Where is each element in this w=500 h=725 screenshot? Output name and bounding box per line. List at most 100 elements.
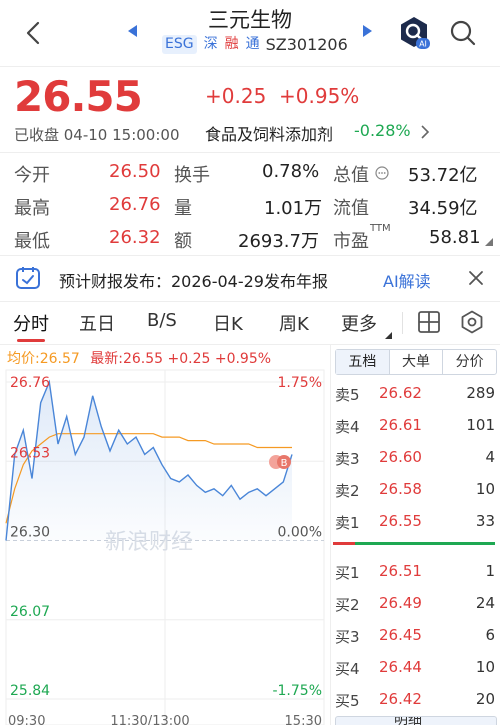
stat-turnover-value: 0.78% (262, 161, 320, 182)
bid-price: 26.45 (379, 626, 422, 644)
price-change: +0.25 (205, 84, 267, 108)
bid-label: 买2 (335, 596, 360, 614)
connect-badge: 通 (245, 35, 260, 52)
ask-label: 卖2 (335, 482, 360, 500)
sell-ratio-bar (355, 542, 495, 545)
expand-stats-icon[interactable] (484, 237, 494, 247)
stat-low-label: 最低 (14, 231, 50, 252)
stat-turnover-label: 换手 (174, 165, 210, 186)
close-icon[interactable] (466, 268, 486, 288)
x-axis-label: 11:30/13:00 (110, 714, 189, 725)
stat-market-cap-label: 总值 (333, 165, 369, 186)
stat-volume-label: 量 (174, 198, 192, 219)
stat-market-cap-value: 53.72亿 (408, 165, 478, 186)
forecast-banner[interactable]: 预计财报发布：2026-04-29发布年报 AI解读 (0, 256, 500, 300)
stat-high-label: 最高 (14, 198, 50, 219)
stat-low-value: 26.32 (109, 227, 161, 248)
ai-assistant-icon[interactable]: AI (396, 15, 432, 51)
ask-row-4: 卖4 26.61 101 (331, 409, 500, 441)
tab-more[interactable]: 更多 (341, 310, 377, 336)
x-axis-label: 15:30 (285, 714, 322, 725)
bid-row-3: 买3 26.45 6 (331, 619, 500, 651)
stat-amount-label: 额 (174, 231, 192, 252)
tab-separator (402, 312, 403, 334)
order-book: 五档 大单 分价 卖5 26.62 289 卖4 26.61 101 卖3 26… (330, 344, 500, 725)
stat-amount-value: 2693.7万 (238, 231, 319, 252)
ask-label: 卖1 (335, 514, 360, 532)
buy-marker-text: B (281, 458, 288, 469)
forecast-text: 预计财报发布：2026-04-29发布年报 (59, 272, 328, 291)
ai-read-link[interactable]: AI解读 (383, 268, 431, 292)
next-stock-icon[interactable] (362, 24, 374, 38)
ask-row-1: 卖1 26.55 33 (331, 505, 500, 537)
bid-label: 买3 (335, 628, 360, 646)
y-axis-left-label: 26.53 (10, 445, 50, 461)
y-axis-left-label: 26.07 (10, 604, 50, 620)
bid-volume: 20 (475, 690, 495, 708)
trade-detail-button[interactable]: 明细 (335, 716, 497, 725)
tab-bs[interactable]: B/S (147, 310, 177, 331)
y-axis-right-label: 0.00% (278, 525, 322, 541)
y-axis-right-label: 1.75% (278, 375, 322, 391)
header-divider (0, 66, 500, 67)
grid-layout-icon[interactable] (417, 310, 441, 334)
info-icon[interactable] (375, 166, 389, 180)
search-icon[interactable] (448, 18, 478, 48)
price-change-percent: +0.95% (279, 84, 360, 108)
bid-row-4: 买4 26.44 10 (331, 651, 500, 683)
tab-big-orders[interactable]: 大单 (388, 350, 443, 374)
tab-five-levels[interactable]: 五档 (336, 350, 389, 374)
ask-volume: 101 (466, 416, 495, 434)
intraday-chart-svg: 新浪财经 26.7626.5326.3026.0725.84 1.75%0.00… (5, 369, 325, 725)
bid-volume: 10 (475, 658, 495, 676)
bid-volume: 1 (485, 562, 495, 580)
stock-tags: ESG 深 融 通 SZ301206 (162, 34, 348, 54)
settings-icon[interactable] (460, 310, 484, 334)
tab-price-distribution[interactable]: 分价 (442, 350, 496, 374)
sector-name[interactable]: 食品及饲料添加剂 (205, 121, 333, 145)
bid-row-5: 买5 26.42 20 (331, 683, 500, 715)
bid-price: 26.51 (379, 562, 422, 580)
ask-price: 26.55 (379, 512, 422, 530)
active-tab-underline (17, 339, 45, 342)
chevron-right-icon[interactable] (420, 124, 430, 140)
stat-open-label: 今开 (14, 165, 50, 186)
chart-tabs: 分时 五日 B/S 日K 周K 更多 (0, 302, 500, 344)
bid-row-1: 买1 26.51 1 (331, 555, 500, 587)
ask-price: 26.62 (379, 384, 422, 402)
ask-price: 26.61 (379, 416, 422, 434)
ask-label: 卖5 (335, 386, 360, 404)
y-axis-left-label: 26.30 (10, 525, 50, 541)
intraday-chart[interactable]: 均价:26.57 最新:26.55 +0.25 +0.95% 新浪财经 26.7… (0, 344, 330, 725)
market-status: 已收盘 04-10 15:00:00 (14, 126, 180, 144)
stat-float-cap-label: 流值 (333, 198, 369, 219)
buy-marker[interactable]: B (269, 455, 291, 469)
more-triangle-icon (385, 332, 392, 339)
bid-price: 26.49 (379, 594, 422, 612)
tab-daily-k[interactable]: 日K (213, 310, 243, 336)
x-axis-label: 09:30 (8, 714, 45, 725)
order-book-tabs: 五档 大单 分价 (335, 349, 497, 375)
current-price: 26.55 (14, 72, 143, 121)
buy-ratio-bar (333, 542, 355, 545)
bid-price: 26.42 (379, 690, 422, 708)
ai-badge-text: AI (419, 40, 427, 49)
stat-pe-value: 58.81 (429, 227, 481, 248)
market-badge: 深 (203, 35, 218, 52)
tab-weekly-k[interactable]: 周K (279, 310, 309, 336)
sector-change[interactable]: -0.28% (354, 121, 411, 140)
ask-volume: 10 (475, 480, 495, 498)
stat-volume-value: 1.01万 (264, 198, 323, 219)
ask-label: 卖4 (335, 418, 360, 436)
stock-code: SZ301206 (265, 34, 348, 54)
trade-detail-label: 明细 (394, 716, 422, 725)
tab-intraday[interactable]: 分时 (13, 310, 49, 336)
esg-badge[interactable]: ESG (162, 34, 197, 54)
ask-price: 26.58 (379, 480, 422, 498)
ask-row-2: 卖2 26.58 10 (331, 473, 500, 505)
ask-row-5: 卖5 26.62 289 (331, 377, 500, 409)
stat-open-value: 26.50 (109, 161, 161, 182)
price-divider (0, 152, 500, 153)
tab-five-day[interactable]: 五日 (79, 310, 115, 336)
stat-pe-label: 市盈 (333, 231, 369, 252)
